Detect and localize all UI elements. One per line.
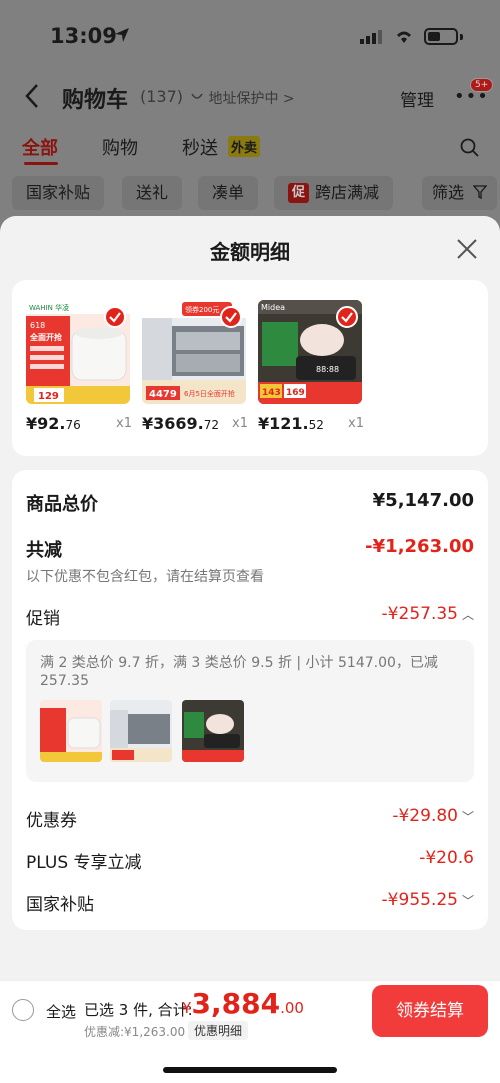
total-amount: ¥3,884.00 — [182, 987, 304, 1020]
brand-text: Midea — [261, 303, 285, 312]
cart-tabs: 全部 购物 秒送 外卖 — [0, 134, 500, 165]
total-discount-value: -¥1,263.00 — [365, 536, 474, 557]
cart-page-background: 13:09 购物车 (137) 地址保护中 > 管理 ••• 5+ 全部 购物 … — [0, 0, 500, 230]
promo-detail-box: 满 2 类总价 9.7 折，满 3 类总价 9.5 折 | 小计 5147.00… — [26, 640, 474, 782]
tag-text: 618 — [30, 321, 45, 330]
promo-toggle[interactable]: -¥257.35 ︿ — [382, 604, 474, 624]
status-time: 13:09 — [50, 24, 117, 48]
product-quantity: x1 — [232, 416, 248, 431]
discount-note: 以下优惠不包含红包，请在结算页查看 — [26, 569, 264, 585]
checkout-button[interactable]: 领券结算 — [372, 985, 488, 1037]
page-title: 购物车 — [62, 88, 129, 113]
svg-text:88:88: 88:88 — [316, 365, 339, 374]
plus-discount-label: PLUS 专享立减 — [26, 853, 142, 873]
chevron-down-icon: ﹀ — [461, 894, 474, 908]
notification-badge: 5+ — [470, 78, 494, 92]
amount-detail-sheet: 金额明细 WAHIN 华凌 618 全面开抢 129 ¥92.76 x1 领券2… — [0, 216, 500, 980]
active-tab-indicator — [24, 162, 58, 165]
tab-shopping[interactable]: 购物 — [102, 134, 138, 160]
subsidy-label: 国家补贴 — [26, 895, 94, 915]
subsidy-toggle[interactable]: -¥955.25 ﹀ — [382, 890, 474, 910]
filter-chip-together[interactable]: 凑单 — [198, 176, 259, 210]
tab-flash-delivery[interactable]: 秒送 — [182, 134, 218, 160]
product-price: ¥92.76 — [26, 414, 81, 433]
promo-value: -¥257.35 — [381, 604, 458, 624]
thumb-price: 129 — [38, 391, 59, 402]
smile-icon — [191, 93, 203, 99]
home-indicator — [163, 1067, 337, 1073]
subsidy-value: -¥955.25 — [381, 890, 458, 910]
plus-discount-value: -¥20.6 — [419, 848, 474, 868]
filter-label: 筛选 — [432, 183, 465, 202]
product-image-dishwasher: 领券200元 4479 6月5日全面开抢 — [142, 300, 246, 404]
brand-text: WAHIN 华凌 — [29, 303, 69, 312]
chevron-up-icon: ︿ — [461, 608, 474, 622]
thumb-price: 4479 — [149, 389, 177, 400]
promo-product-thumb — [110, 700, 172, 762]
crossstore-label: 跨店满减 — [315, 183, 380, 202]
more-icon[interactable]: ••• — [454, 88, 489, 106]
total-price-label: 商品总价 — [26, 494, 98, 515]
selected-check-icon — [336, 306, 358, 328]
search-icon[interactable] — [460, 138, 480, 158]
battery-icon — [424, 28, 458, 45]
manage-button[interactable]: 管理 — [400, 86, 434, 111]
close-icon[interactable] — [456, 238, 478, 260]
banner-text: 领券200元 — [185, 305, 219, 314]
signal-icon — [360, 30, 382, 44]
promo-icon: 促 — [288, 183, 310, 203]
location-arrow-icon — [115, 28, 129, 42]
price-summary-card: 商品总价 ¥5,147.00 共减 -¥1,263.00 以下优惠不包含红包，请… — [12, 470, 488, 930]
product-image-induction-cooker: Midea 88:88 143 169 — [258, 300, 362, 404]
checkout-bar: 全选 已选 3 件, 合计: ¥3,884.00 优惠减:¥1,263.00 优… — [0, 980, 500, 1083]
nav-bar: 购物车 (137) 地址保护中 > 管理 ••• 5+ — [0, 76, 500, 120]
selected-check-icon — [104, 306, 126, 328]
filter-chip-subsidy[interactable]: 国家补贴 — [12, 176, 105, 210]
promo-label: 促销 — [26, 609, 60, 629]
tab-all[interactable]: 全部 — [22, 134, 58, 160]
back-arrow-icon[interactable] — [22, 82, 42, 110]
status-bar: 13:09 — [0, 20, 500, 56]
selected-check-icon — [220, 306, 242, 328]
wifi-icon — [397, 31, 411, 43]
filter-button[interactable]: 筛选 — [422, 176, 498, 210]
promo-product-thumb — [40, 700, 102, 762]
selected-products-card: WAHIN 华凌 618 全面开抢 129 ¥92.76 x1 领券200元 4… — [12, 280, 488, 456]
product-image-rice-cooker: WAHIN 华凌 618 全面开抢 129 — [26, 300, 130, 404]
sheet-title: 金额明细 — [210, 240, 290, 264]
promo-detail-text: 满 2 类总价 9.7 折，满 3 类总价 9.5 折 | 小计 5147.00… — [40, 655, 438, 689]
discount-summary: 优惠减:¥1,263.00 — [84, 1025, 186, 1039]
battery-cap — [460, 34, 463, 40]
tag-text: 6月5日全面开抢 — [184, 389, 235, 398]
select-all-checkbox[interactable] — [12, 999, 34, 1021]
filter-chip-crossstore[interactable]: 促跨店满减 — [274, 176, 394, 210]
total-price-value: ¥5,147.00 — [372, 490, 474, 511]
cart-count: (137) — [140, 87, 184, 106]
select-all-label[interactable]: 全选 — [46, 1001, 76, 1022]
product-quantity: x1 — [116, 416, 132, 431]
chevron-down-icon: ﹀ — [461, 810, 474, 824]
product-price: ¥3669.72 — [142, 414, 220, 433]
total-discount-label: 共减 — [26, 540, 62, 561]
filter-chip-gift[interactable]: 送礼 — [122, 176, 183, 210]
coupon-value: -¥29.80 — [392, 806, 458, 826]
promo-product-thumb — [182, 700, 244, 762]
product-price: ¥121.52 — [258, 414, 324, 433]
thumb-price-2: 169 — [286, 388, 305, 398]
selected-total-label: 已选 3 件, 合计: — [84, 1001, 193, 1019]
filter-chips: 国家补贴 送礼 凑单 促跨店满减 筛选 — [0, 176, 500, 212]
thumb-price: 143 — [262, 388, 281, 398]
address-protect-link[interactable]: 地址保护中 > — [190, 88, 295, 108]
product-quantity: x1 — [348, 416, 364, 431]
banner-text: 全面开抢 — [29, 332, 63, 342]
funnel-icon — [472, 185, 488, 200]
address-protect-label: 地址保护中 > — [208, 91, 295, 107]
takeout-badge: 外卖 — [228, 136, 261, 157]
discount-detail-button[interactable]: 优惠明细 — [188, 1021, 249, 1040]
coupon-label: 优惠券 — [26, 811, 77, 831]
coupon-toggle[interactable]: -¥29.80 ﹀ — [392, 806, 474, 826]
